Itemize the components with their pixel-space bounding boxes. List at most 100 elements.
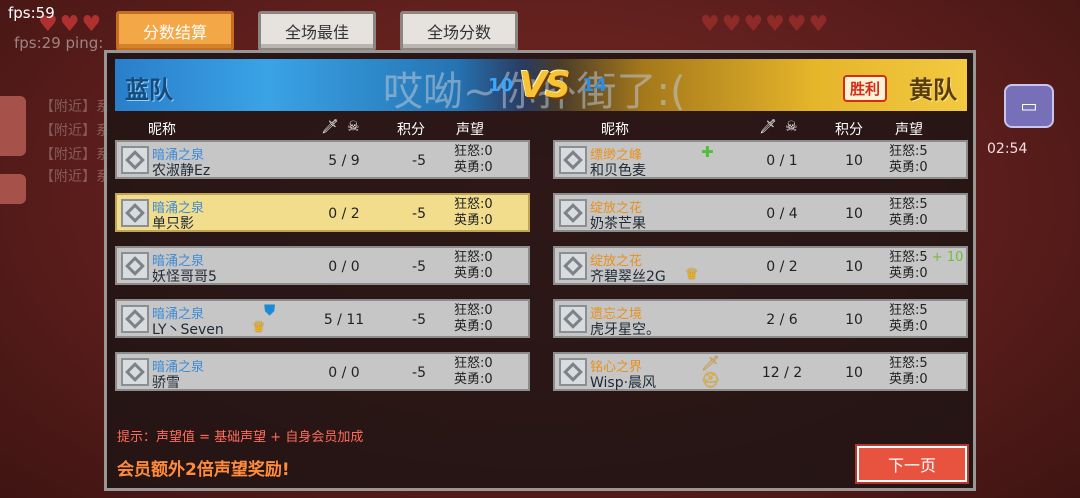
kill-death: 0 / 0 (328, 365, 360, 381)
player-avatar (121, 305, 149, 333)
player-points: 10 (845, 206, 863, 222)
brave-value: 英勇:0 (889, 266, 928, 281)
player-points: -5 (412, 153, 426, 169)
player-points: 10 (845, 153, 863, 169)
kill-death: 0 / 0 (328, 259, 360, 275)
player-row-blue[interactable]: 暗涌之泉 LY丶Seven ⛊ ♛ 5 / 11 -5 狂怒:0 英勇:0 (115, 299, 530, 338)
player-name: 农淑静Ez (152, 163, 211, 179)
kill-death: 0 / 2 (328, 206, 360, 222)
menu-tab-icon[interactable] (0, 174, 26, 204)
kill-death: 12 / 2 (761, 365, 803, 381)
shield-icon: ⛊ (264, 301, 276, 319)
rage-value: 狂怒:0 (454, 197, 493, 212)
header-reputation: 声望 (895, 122, 923, 138)
brave-value: 英勇:0 (889, 372, 928, 387)
player-points: -5 (412, 259, 426, 275)
player-points: -5 (412, 206, 426, 222)
header-nickname: 昵称 (148, 122, 176, 138)
vip-promo: 会员额外2倍声望奖励! (117, 460, 290, 480)
player-points: 10 (845, 259, 863, 275)
player-row-yellow[interactable]: 绽放之花 奶茶芒果 0 / 4 10 狂怒:5 英勇:0 (553, 193, 968, 232)
header-points: 积分 (835, 122, 863, 138)
player-avatar (121, 358, 149, 386)
reputation: 狂怒:0 英勇:0 (454, 356, 493, 388)
player-name: 单只影 (152, 216, 194, 232)
chat-line: 【附近】系 (40, 147, 110, 163)
header-reputation: 声望 (456, 122, 484, 138)
brave-value: 英勇:0 (454, 266, 493, 281)
vs-icon: VS (519, 65, 571, 106)
reputation: 狂怒:5 + 10 英勇:0 (889, 250, 963, 282)
player-points: 10 (845, 365, 863, 381)
tab-match-scores[interactable]: 全场分数 (400, 11, 518, 51)
player-row-blue[interactable]: 暗涌之泉 妖怪哥哥5 0 / 0 -5 狂怒:0 英勇:0 (115, 246, 530, 285)
side-tab[interactable] (0, 96, 26, 156)
player-name: 奶茶芒果 (590, 216, 646, 232)
reputation-bonus: + 10 (931, 250, 964, 265)
plus-icon: ✚ (701, 143, 714, 161)
player-name: 妖怪哥哥5 (152, 269, 217, 285)
reputation: 狂怒:5 英勇:0 (889, 197, 928, 229)
player-row-yellow[interactable]: 铭心之界 Wisp·晨风 🗡 ⛑ 12 / 2 10 狂怒:5 英勇:0 (553, 352, 968, 391)
player-avatar (121, 146, 149, 174)
reputation: 狂怒:0 英勇:0 (454, 303, 493, 335)
fps-counter: fps:59 (8, 4, 55, 22)
brave-value: 英勇:0 (454, 213, 493, 228)
header-nickname: 昵称 (601, 122, 629, 138)
reputation: 狂怒:0 英勇:0 (454, 144, 493, 176)
player-avatar (559, 305, 587, 333)
crown-icon: ♛ (252, 318, 266, 336)
crown-icon: ♛ (685, 265, 699, 283)
rage-value: 狂怒:5 (889, 356, 928, 371)
chat-line: 【附近】系 (40, 99, 110, 115)
brave-value: 英勇:0 (454, 160, 493, 175)
player-row-blue[interactable]: 暗涌之泉 农淑静Ez 5 / 9 -5 狂怒:0 英勇:0 (115, 140, 530, 179)
deaths-skull-icon: ☠ (347, 119, 360, 135)
rage-value: 狂怒:5 (889, 144, 928, 159)
player-row-self[interactable]: 暗涌之泉 单只影 0 / 2 -5 狂怒:0 英勇:0 (115, 193, 530, 232)
player-avatar (121, 199, 149, 227)
tab-score-settlement[interactable]: 分数结算 (116, 11, 234, 51)
rage-value: 狂怒:5 (889, 303, 928, 318)
player-row-yellow[interactable]: 绽放之花 齐碧翠丝2G ♛ 0 / 2 10 狂怒:5 + 10 英勇:0 (553, 246, 968, 285)
brave-value: 英勇:0 (454, 319, 493, 334)
enemy-hearts: ♥♥♥♥♥♥ (700, 12, 831, 37)
next-page-button[interactable]: 下一页 (857, 446, 967, 482)
kill-death: 5 / 11 (323, 312, 365, 328)
player-points: -5 (412, 365, 426, 381)
kill-death: 2 / 6 (766, 312, 798, 328)
yellow-team-label: 黄队 (909, 76, 957, 104)
player-row-blue[interactable]: 暗涌之泉 骄雪 0 / 0 -5 狂怒:0 英勇:0 (115, 352, 530, 391)
player-row-yellow[interactable]: 缥缈之峰 和贝色麦 ✚ 0 / 1 10 狂怒:5 英勇:0 (553, 140, 968, 179)
player-avatar (559, 199, 587, 227)
player-points: 10 (845, 312, 863, 328)
player-avatar (559, 358, 587, 386)
brave-value: 英勇:0 (889, 213, 928, 228)
reputation-tip: 提示：声望值 = 基础声望 + 自身会员加成 (117, 430, 364, 445)
reputation: 狂怒:5 英勇:0 (889, 356, 928, 388)
brave-value: 英勇:0 (454, 372, 493, 387)
team-banner: 蓝队 哎呦~你扑街了:( 10 VS 14 胜利 黄队 (115, 59, 967, 111)
rage-value: 狂怒:0 (454, 144, 493, 159)
player-avatar (559, 252, 587, 280)
brave-value: 英勇:0 (889, 319, 928, 334)
kill-death: 0 / 1 (766, 153, 798, 169)
reputation: 狂怒:5 英勇:0 (889, 144, 928, 176)
player-avatar (559, 146, 587, 174)
scoreboard-panel: 蓝队 哎呦~你扑街了:( 10 VS 14 胜利 黄队 昵称 🗡 ☠ 积分 声望… (104, 50, 976, 491)
rage-value: 狂怒:5 (889, 197, 928, 212)
blue-team-label: 蓝队 (125, 76, 173, 104)
background-timer: 02:54 (987, 141, 1028, 157)
player-avatar (121, 252, 149, 280)
player-name: 齐碧翠丝2G (590, 269, 666, 285)
kill-death: 5 / 9 (328, 153, 360, 169)
header-points: 积分 (397, 122, 425, 138)
deaths-skull-icon: ☠ (785, 119, 798, 135)
player-points: -5 (412, 312, 426, 328)
kill-death: 0 / 4 (766, 206, 798, 222)
player-name: Wisp·晨风 (590, 375, 657, 391)
chat-icon[interactable]: ▭ (1004, 84, 1054, 128)
player-row-yellow[interactable]: 遗忘之境 虎牙星空。 2 / 6 10 狂怒:5 英勇:0 (553, 299, 968, 338)
sword-badge-icon: 🗡 (701, 354, 721, 372)
tab-best-of-match[interactable]: 全场最佳 (258, 11, 376, 51)
